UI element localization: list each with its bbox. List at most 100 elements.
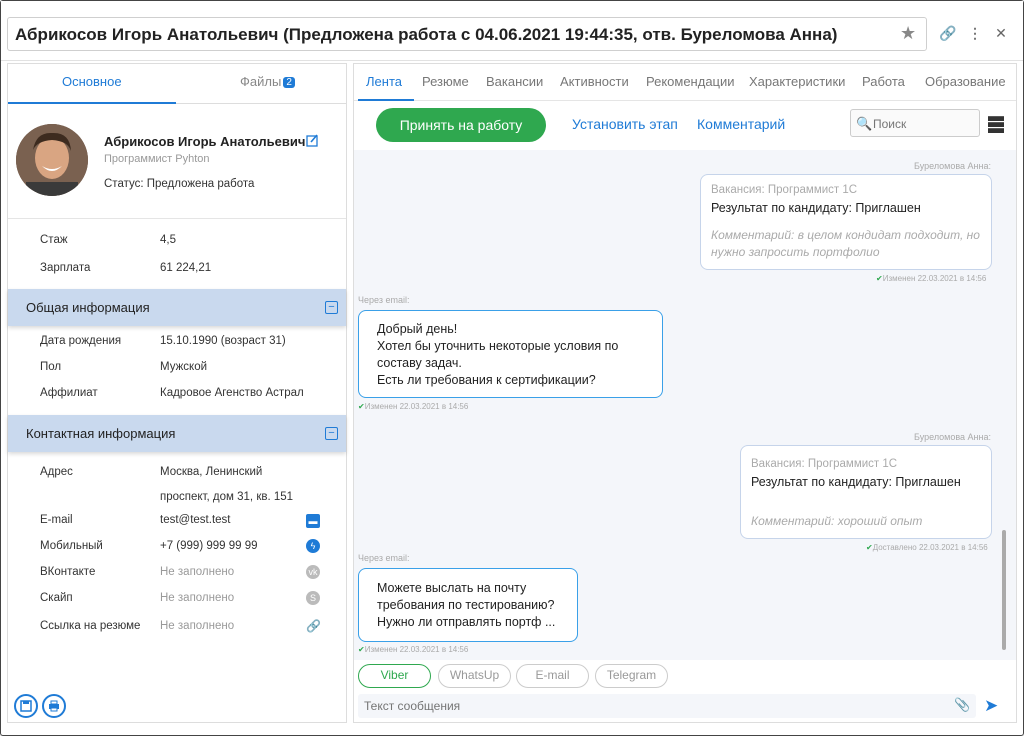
section-title: Общая информация: [26, 300, 150, 315]
window-title: Абрикосов Игорь Анатольевич (Предложена …: [15, 25, 838, 44]
message-result: Результат по кандидату: Приглашен: [711, 201, 921, 215]
message-vacancy: Вакансия: Программист 1С: [711, 184, 858, 196]
message-footer: ✔Изменен 22.03.2021 в 14:56: [876, 274, 986, 283]
tab-files-label: Файлы: [240, 74, 282, 89]
affiliate-value: Кадровое Агенство Астрал: [160, 387, 304, 399]
candidate-position: Программист Pyhton: [104, 153, 210, 165]
message-line: Нужно ли отправлять портф ...: [377, 615, 556, 629]
skype-icon[interactable]: S: [306, 591, 320, 605]
channel-telegram[interactable]: Telegram: [595, 664, 668, 688]
message-author: Буреломова Анна:: [914, 432, 992, 442]
check-icon: ✔: [358, 402, 365, 411]
resume-link-value: Не заполнено: [160, 620, 235, 632]
right-tabs: Лента Резюме Вакансии Активности Рекомен…: [354, 64, 1016, 101]
salary-value: 61 224,21: [160, 262, 212, 274]
scrollbar[interactable]: [1002, 530, 1006, 650]
tab-files[interactable]: Файлы 2: [240, 74, 295, 89]
left-tabs: Основное Файлы 2: [8, 64, 346, 104]
skype-value: Не заполнено: [160, 592, 235, 604]
message-comment: Комментарий: в целом кондидат подходит, …: [711, 228, 980, 242]
tab-feed[interactable]: Лента: [366, 74, 402, 89]
collapse-icon[interactable]: −: [325, 427, 338, 440]
search-icon: 🔍: [856, 116, 873, 131]
message-comment: Комментарий: хороший опыт: [751, 514, 923, 528]
tab-main[interactable]: Основное: [62, 74, 122, 89]
link-icon[interactable]: 🔗: [938, 23, 958, 43]
message-line: Добрый день!: [377, 322, 458, 336]
accept-button[interactable]: Принять на работу: [376, 108, 546, 142]
check-icon: ✔: [358, 645, 365, 654]
save-button[interactable]: [14, 694, 38, 718]
message-footer: ✔Доставлено 22.03.2021 в 14:56: [866, 543, 988, 552]
edit-icon[interactable]: [306, 134, 320, 148]
message-comment-line2: нужно запросить портфолио: [711, 245, 880, 259]
star-icon[interactable]: ★: [900, 24, 918, 42]
active-tab-indicator: [8, 102, 176, 104]
phone-value: +7 (999) 999 99 99: [160, 540, 258, 552]
active-tab-indicator: [358, 99, 414, 101]
more-icon[interactable]: ⋮: [965, 23, 985, 43]
message-author: Через email:: [358, 295, 410, 305]
candidate-status: Статус: Предложена работа: [104, 178, 255, 190]
field-label: Дата рождения: [40, 335, 122, 347]
feed-panel: Лента Резюме Вакансии Активности Рекомен…: [353, 63, 1017, 723]
attach-icon[interactable]: 📎: [954, 697, 970, 713]
message-input[interactable]: [364, 697, 924, 715]
avatar: [16, 124, 88, 196]
field-label: Пол: [40, 361, 62, 373]
message-author: Буреломова Анна:: [914, 161, 992, 171]
message-footer: ✔Изменен 22.03.2021 в 14:56: [358, 645, 468, 654]
birth-date-value: 15.10.1990 (возраст 31): [160, 335, 286, 347]
print-button[interactable]: [42, 694, 66, 718]
address-value: Москва, Ленинский: [160, 466, 263, 478]
close-icon[interactable]: ✕: [991, 23, 1011, 43]
channel-email[interactable]: E-mail: [516, 664, 589, 688]
message-input-bar: 📎: [358, 694, 976, 718]
tab-education[interactable]: Образование: [925, 74, 1006, 89]
menu-icon[interactable]: ▬ ▬ ▬: [988, 109, 1004, 137]
field-label: Аффилиат: [40, 387, 98, 399]
tab-characteristics[interactable]: Характеристики: [749, 74, 845, 89]
message-footer: ✔Изменен 22.03.2021 в 14:56: [358, 402, 468, 411]
tab-recommendations[interactable]: Рекомендации: [646, 74, 735, 89]
search-input[interactable]: [873, 114, 973, 134]
message-time: Изменен 22.03.2021 в 14:56: [364, 645, 469, 654]
gender-value: Мужской: [160, 361, 208, 373]
general-info-header[interactable]: Общая информация −: [8, 289, 346, 326]
channel-viber[interactable]: Viber: [358, 664, 431, 688]
check-icon: ✔: [876, 274, 883, 283]
contact-info-header[interactable]: Контактная информация −: [8, 415, 346, 452]
tab-resume[interactable]: Резюме: [422, 74, 469, 89]
field-label: Зарплата: [40, 262, 91, 274]
experience-value: 4,5: [160, 234, 176, 246]
divider: [8, 218, 346, 219]
message-line: Есть ли требования к сертификации?: [377, 373, 596, 387]
field-label: E-mail: [40, 514, 73, 526]
channel-whatsapp[interactable]: WhatsUp: [438, 664, 511, 688]
field-label: Стаж: [40, 234, 68, 246]
message-time: Доставлено 22.03.2021 в 14:56: [872, 543, 988, 552]
collapse-icon[interactable]: −: [325, 301, 338, 314]
link-icon[interactable]: 🔗: [306, 619, 321, 633]
message-icon[interactable]: ▬: [306, 514, 320, 528]
message-line: составу задач.: [377, 356, 462, 370]
message-vacancy: Вакансия: Программист 1С: [751, 458, 898, 470]
comment-button[interactable]: Комментарий: [697, 116, 785, 132]
tab-vacancies[interactable]: Вакансии: [486, 74, 543, 89]
title-box: Абрикосов Игорь Анатольевич (Предложена …: [7, 17, 927, 51]
candidate-panel: Основное Файлы 2 Абрикосов Игорь Анатолье…: [7, 63, 347, 723]
address-value-line2: проспект, дом 31, кв. 151: [160, 491, 294, 503]
message-result: Результат по кандидату: Приглашен: [751, 475, 961, 489]
message-feed: Буреломова Анна: Вакансия: Программист 1…: [354, 150, 1016, 660]
field-label: ВКонтакте: [40, 566, 96, 578]
tab-activities[interactable]: Активности: [560, 74, 629, 89]
vk-value: Не заполнено: [160, 566, 235, 578]
set-stage-button[interactable]: Установить этап: [572, 116, 678, 132]
message-time: Изменен 22.03.2021 в 14:56: [882, 274, 987, 283]
email-value: test@test.test: [160, 514, 231, 526]
vk-icon[interactable]: vk: [306, 565, 320, 579]
send-icon[interactable]: ➤: [984, 696, 998, 716]
messenger-icon[interactable]: ϟ: [306, 539, 320, 553]
search-box[interactable]: 🔍: [850, 109, 980, 137]
tab-work[interactable]: Работа: [862, 74, 905, 89]
